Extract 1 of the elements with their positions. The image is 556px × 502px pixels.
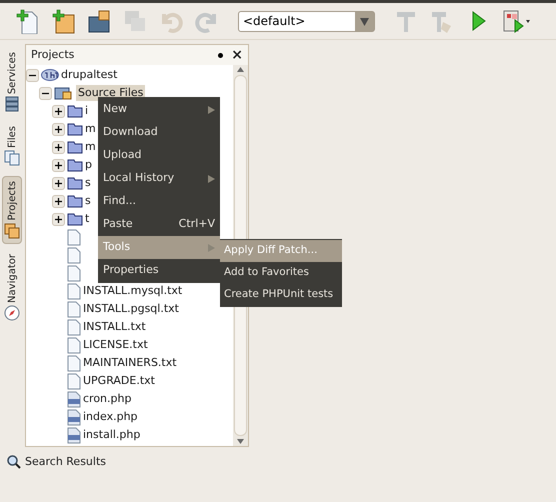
panel-title: Projects xyxy=(31,46,76,63)
